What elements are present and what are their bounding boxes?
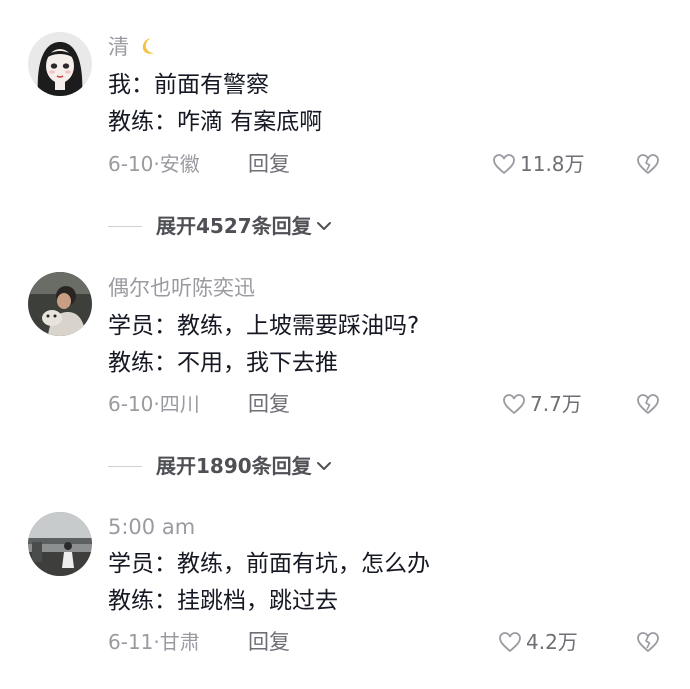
username[interactable]: 5:00 am	[108, 514, 195, 540]
comment-meta: 6-10·四川	[108, 391, 200, 417]
comment-text-line: 教练：咋滴 有案底啊	[108, 109, 323, 135]
comment-date: 6-10	[108, 152, 154, 176]
like-count: 7.7万	[530, 392, 582, 416]
comment-text-line: 学员：教练，前面有坑，怎么办	[108, 551, 430, 577]
comment-meta: 6-11·甘肃	[108, 629, 200, 655]
like-button[interactable]: 7.7万	[502, 391, 582, 417]
expand-replies: 展开1890条回复	[108, 453, 332, 479]
expand-replies-label: 展开1890条回复	[156, 454, 312, 478]
broken-heart-icon[interactable]	[636, 631, 660, 653]
reply-button[interactable]: 回复	[248, 391, 290, 417]
broken-heart-icon[interactable]	[636, 393, 660, 415]
divider	[108, 225, 142, 227]
avatar[interactable]	[28, 272, 92, 336]
comment-date: 6-11	[108, 630, 154, 654]
username-text: 清	[108, 35, 129, 59]
expand-replies: 展开4527条回复	[108, 213, 332, 239]
comment-location: 四川	[159, 392, 200, 416]
avatar[interactable]	[28, 32, 92, 96]
like-count: 11.8万	[520, 152, 585, 176]
avatar[interactable]	[28, 512, 92, 576]
username[interactable]: 清	[108, 34, 158, 60]
like-button[interactable]: 11.8万	[492, 151, 585, 177]
comment-text-line: 学员：教练，上坡需要踩油吗?	[108, 313, 420, 339]
expand-replies-label: 展开4527条回复	[156, 214, 312, 238]
heart-outline-icon	[503, 394, 525, 414]
comment-meta: 6-10·安徽	[108, 151, 200, 177]
comment-location: 安徽	[159, 152, 200, 176]
comment-text-line: 我：前面有警察	[108, 72, 269, 98]
reply-button[interactable]: 回复	[248, 629, 290, 655]
broken-heart-icon[interactable]	[636, 153, 660, 175]
expand-replies-button[interactable]: 展开1890条回复	[156, 453, 332, 479]
crescent-moon-icon	[142, 38, 154, 54]
comment-location: 甘肃	[159, 630, 200, 654]
expand-replies-button[interactable]: 展开4527条回复	[156, 213, 332, 239]
heart-outline-icon	[493, 154, 515, 174]
comment-text-line: 教练：挂跳档，跳过去	[108, 588, 338, 614]
like-count: 4.2万	[526, 630, 578, 654]
heart-outline-icon	[499, 632, 521, 652]
comment-date: 6-10	[108, 392, 154, 416]
reply-button[interactable]: 回复	[248, 151, 290, 177]
like-button[interactable]: 4.2万	[498, 629, 578, 655]
comment-text-line: 教练：不用，我下去推	[108, 350, 338, 376]
chevron-down-icon	[316, 462, 331, 470]
chevron-down-icon	[316, 222, 331, 230]
divider	[108, 465, 142, 467]
username[interactable]: 偶尔也听陈奕迅	[108, 275, 255, 301]
